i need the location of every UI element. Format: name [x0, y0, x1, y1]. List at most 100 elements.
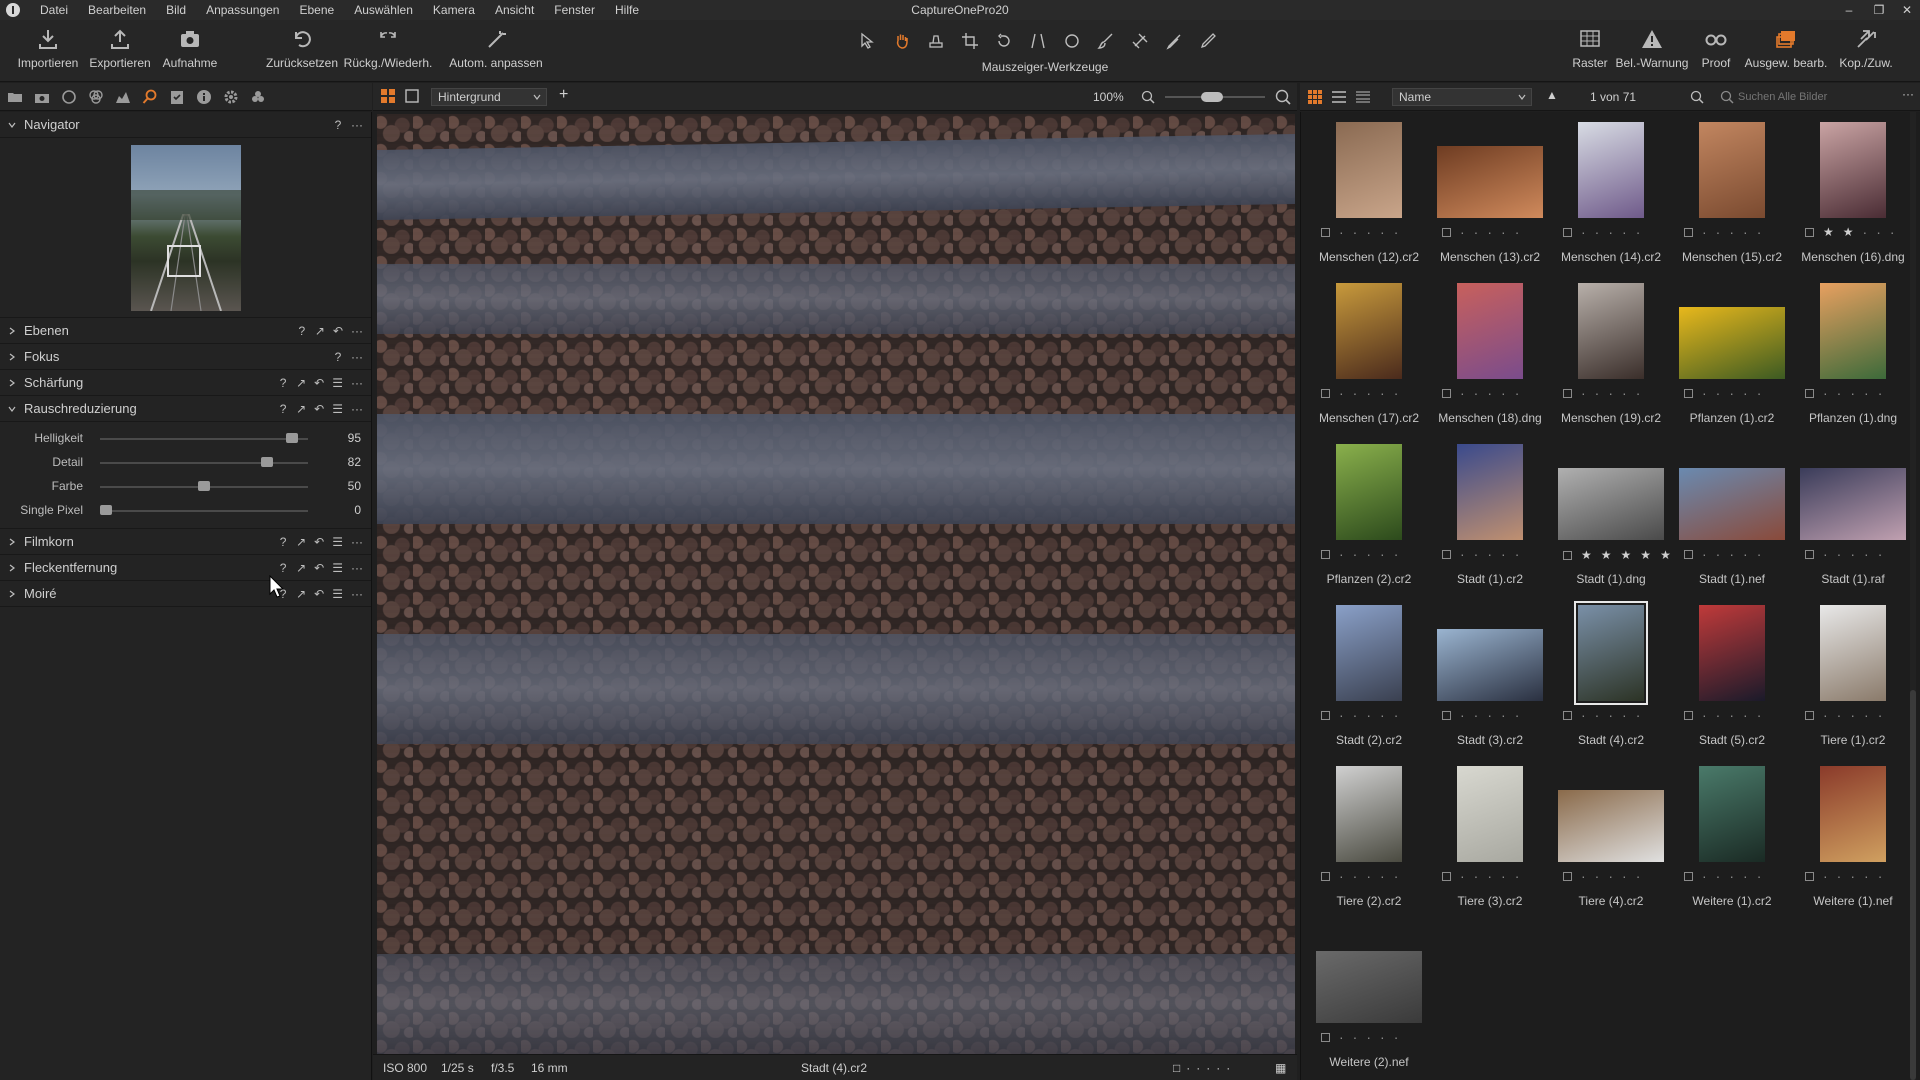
star-empty-icon[interactable]: · [1515, 707, 1520, 723]
menu-item[interactable]: Auswählen [344, 0, 423, 20]
star-empty-icon[interactable]: · [1339, 1029, 1344, 1045]
thumbnail-rating[interactable]: · · · · · [1321, 224, 1398, 240]
multi-view-icon[interactable] [381, 89, 395, 103]
star-empty-icon[interactable]: · [1876, 224, 1881, 240]
zoom-slider[interactable] [1165, 92, 1265, 102]
thumbnail[interactable]: ★ ★ · · · Menschen (16).dng [1793, 118, 1913, 268]
reset-icon[interactable]: ↶ [314, 402, 324, 416]
annotate-pen-icon[interactable] [1195, 30, 1221, 52]
thumbnail-rating[interactable]: · · · · · [1442, 546, 1519, 562]
star-filled-icon[interactable]: ★ [1640, 548, 1651, 562]
help-icon[interactable]: ? [278, 376, 288, 390]
thumbnail-checkbox[interactable] [1563, 227, 1572, 237]
thumbnail-image[interactable] [1336, 605, 1402, 701]
star-empty-icon[interactable]: · [1487, 385, 1492, 401]
slider-thumb[interactable] [100, 505, 112, 515]
slider-value[interactable]: 95 [348, 431, 361, 445]
pan-hand-icon[interactable] [889, 30, 915, 52]
thumbnail-rating[interactable]: · · · · · [1442, 385, 1519, 401]
star-empty-icon[interactable]: · [1863, 224, 1868, 240]
browser-scrollbar[interactable] [1910, 112, 1916, 1080]
thumbnail-rating[interactable]: · · · · · [1805, 707, 1882, 723]
crop-icon[interactable] [957, 30, 983, 52]
navigator-zoom-rect[interactable] [166, 244, 201, 277]
reset-icon[interactable]: ↶ [314, 561, 324, 575]
navigator-header[interactable]: Navigator ? ··· [0, 112, 371, 138]
star-empty-icon[interactable]: · [1622, 385, 1627, 401]
star-empty-icon[interactable]: · [1595, 385, 1600, 401]
thumbnail-checkbox[interactable] [1321, 710, 1330, 720]
thumbnail-rating[interactable]: · · · · · [1563, 707, 1640, 723]
sort-dropdown[interactable]: Name [1392, 88, 1532, 106]
more-icon[interactable]: ··· [351, 587, 363, 601]
zoom-slider-thumb[interactable] [1201, 92, 1223, 102]
star-empty-icon[interactable]: · [1353, 707, 1358, 723]
star-empty-icon[interactable]: · [1864, 868, 1869, 884]
thumbnail-image[interactable] [1800, 468, 1906, 540]
thumbnail-checkbox[interactable] [1805, 710, 1814, 720]
section-header[interactable]: Rauschreduzierung? ↗ ↶ ☰ ··· [0, 396, 371, 422]
menu-item[interactable]: Anpassungen [196, 0, 289, 20]
star-empty-icon[interactable]: · [1702, 385, 1707, 401]
star-empty-icon[interactable]: · [1636, 224, 1641, 240]
star-empty-icon[interactable]: · [1595, 224, 1600, 240]
grid-view-icon[interactable] [1308, 90, 1322, 104]
star-empty-icon[interactable]: · [1729, 868, 1734, 884]
thumbnail-checkbox[interactable] [1805, 227, 1814, 237]
star-empty-icon[interactable]: · [1366, 868, 1371, 884]
keystone-icon[interactable] [1025, 30, 1051, 52]
filmstrip-view-icon[interactable] [1356, 90, 1370, 104]
auto-adjust-icon[interactable]: ↗ [315, 324, 325, 338]
thumbnail-image[interactable] [1699, 766, 1765, 862]
star-empty-icon[interactable]: · [1474, 868, 1479, 884]
exposure-histogram-icon[interactable] [114, 88, 131, 105]
star-empty-icon[interactable]: · [1353, 868, 1358, 884]
thumbnail-checkbox[interactable] [1321, 388, 1330, 398]
star-empty-icon[interactable]: · [1850, 546, 1855, 562]
star-empty-icon[interactable]: · [1366, 385, 1371, 401]
star-empty-icon[interactable]: · [1460, 224, 1465, 240]
star-empty-icon[interactable]: · [1823, 546, 1828, 562]
star-empty-icon[interactable]: · [1622, 868, 1627, 884]
star-empty-icon[interactable]: · [1823, 385, 1828, 401]
star-empty-icon[interactable]: · [1501, 707, 1506, 723]
thumbnail-image[interactable] [1336, 766, 1402, 862]
star-empty-icon[interactable]: · [1890, 224, 1895, 240]
thumbnail-checkbox[interactable] [1321, 871, 1330, 881]
star-empty-icon[interactable]: · [1394, 385, 1399, 401]
auto-adjust-icon[interactable]: ↗ [296, 402, 306, 416]
section-header[interactable]: Ebenen? ↗ ↶ ··· [0, 318, 371, 344]
slider-value[interactable]: 82 [348, 455, 361, 469]
thumbnail[interactable]: · · · · · Weitere (1).nef [1793, 762, 1913, 912]
help-icon[interactable]: ? [278, 535, 288, 549]
thumbnail-rating[interactable]: · · · · · [1805, 546, 1882, 562]
thumbnail-checkbox[interactable] [1684, 710, 1693, 720]
slider-track[interactable] [100, 462, 308, 464]
thumbnail-rating[interactable]: · · · · · [1805, 868, 1882, 884]
layer-dropdown[interactable]: Hintergrund [431, 88, 547, 106]
star-empty-icon[interactable]: · [1757, 546, 1762, 562]
thumbnail[interactable]: · · · · · Menschen (18).dng [1430, 279, 1550, 429]
star-empty-icon[interactable]: · [1729, 707, 1734, 723]
star-empty-icon[interactable]: · [1878, 546, 1883, 562]
toolbar-button[interactable]: Proof [1678, 28, 1754, 70]
star-empty-icon[interactable]: · [1743, 385, 1748, 401]
slider-value[interactable]: 50 [348, 479, 361, 493]
star-empty-icon[interactable]: · [1581, 707, 1586, 723]
thumbnail-checkbox[interactable] [1805, 871, 1814, 881]
star-empty-icon[interactable]: · [1716, 224, 1721, 240]
details-magnifier-icon[interactable] [141, 88, 158, 105]
thumbnail-rating[interactable]: · · · · · [1684, 546, 1761, 562]
section-header[interactable]: Filmkorn? ↗ ↶ ☰ ··· [0, 529, 371, 555]
star-empty-icon[interactable]: · [1339, 707, 1344, 723]
menu-item[interactable]: Bearbeiten [78, 0, 156, 20]
output-gear-icon[interactable] [222, 88, 239, 105]
single-view-icon[interactable] [405, 89, 419, 103]
section-header[interactable]: Moiré? ↗ ↶ ☰ ··· [0, 581, 371, 607]
thumbnail-rating[interactable]: · · · · · [1563, 868, 1640, 884]
thumbnail-image[interactable] [1820, 122, 1886, 218]
thumbnail-rating[interactable]: · · · · · [1321, 1029, 1398, 1045]
more-icon[interactable]: ··· [351, 324, 363, 338]
star-empty-icon[interactable]: · [1702, 546, 1707, 562]
star-empty-icon[interactable]: · [1729, 546, 1734, 562]
